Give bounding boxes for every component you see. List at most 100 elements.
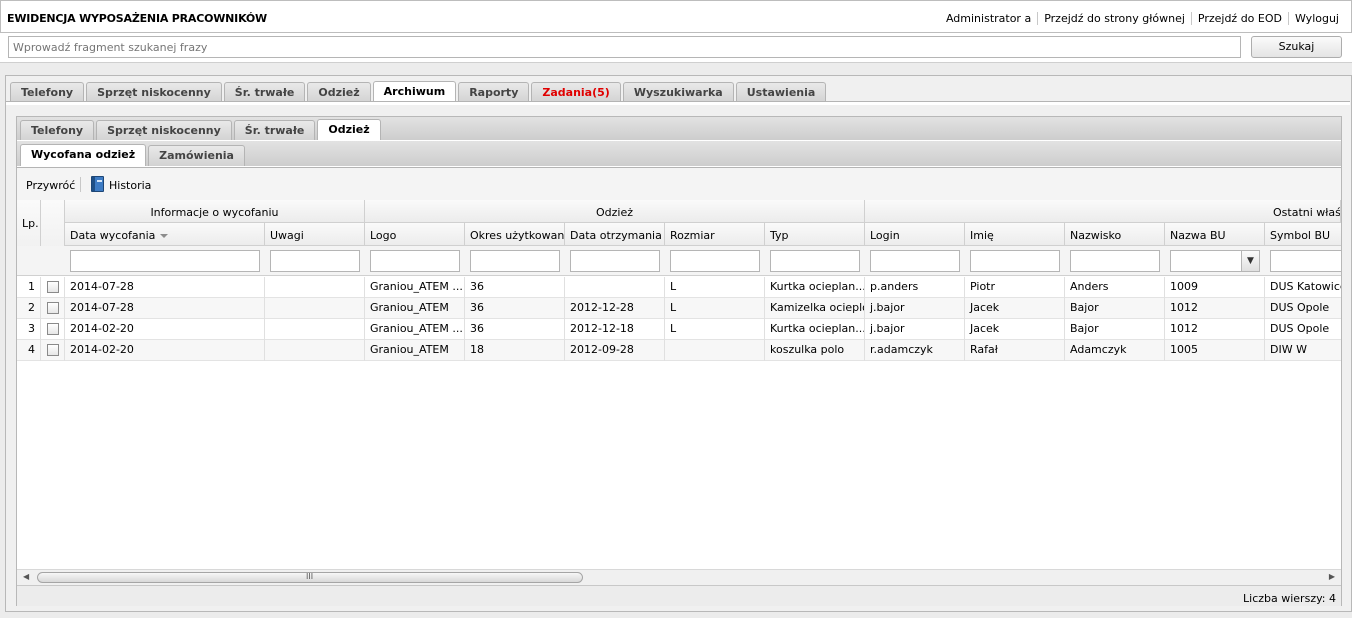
logout-link[interactable]: Wyloguj xyxy=(1288,12,1345,25)
cell-data-wycofania: 2014-07-28 xyxy=(65,277,265,298)
filter-okres[interactable] xyxy=(470,250,560,272)
row-checkbox[interactable] xyxy=(47,281,59,293)
tab-zadania[interactable]: Zadania(5) xyxy=(531,82,621,103)
cell-data-otrzymania: 2012-09-28 xyxy=(565,340,665,361)
col-label: Data wycofania xyxy=(70,229,156,242)
app-title: EWIDENCJA WYPOSAŻENIA PRACOWNIKÓW xyxy=(7,12,267,25)
book-icon[interactable] xyxy=(91,176,104,192)
group-header-last-owner-label: Ostatni właściciel xyxy=(1273,206,1341,219)
tab-odziez[interactable]: Odzież xyxy=(307,82,371,103)
data-grid: Lp. Informacje o wycofaniu Odzież Ostatn… xyxy=(17,200,1341,569)
filter-data-wycofania[interactable] xyxy=(70,250,260,272)
tab-ustawienia[interactable]: Ustawienia xyxy=(735,82,827,103)
col-header-typ[interactable]: Typ xyxy=(765,223,865,246)
group-header-withdrawal: Informacje o wycofaniu xyxy=(65,200,365,223)
cell-login: j.bajor xyxy=(865,298,965,319)
scroll-left-icon[interactable]: ◀ xyxy=(23,572,29,581)
subtab-zamowienia[interactable]: Zamówienia xyxy=(148,145,245,166)
col-header-uwagi[interactable]: Uwagi xyxy=(265,223,365,246)
user-name-link[interactable]: Administrator a xyxy=(940,12,1037,25)
group-header-withdrawal-label: Informacje o wycofaniu xyxy=(150,206,279,219)
col-header-nazwisko[interactable]: Nazwisko xyxy=(1065,223,1165,246)
row-checkbox[interactable] xyxy=(47,302,59,314)
col-label: Symbol BU xyxy=(1270,229,1331,242)
cell-logo: Graniou_ATEM xyxy=(365,298,465,319)
sort-desc-icon xyxy=(160,234,169,238)
filter-nazwa-bu[interactable]: ▼ xyxy=(1170,250,1260,272)
cell-rozmiar: L xyxy=(665,319,765,340)
cell-imie: Piotr xyxy=(965,277,1065,298)
filter-logo[interactable] xyxy=(370,250,460,272)
cell-data-wycofania: 2014-02-20 xyxy=(65,340,265,361)
subtab-odziez[interactable]: Odzież xyxy=(317,119,381,141)
cell-typ: Kamizelka ocieplo... xyxy=(765,298,865,319)
cell-data-otrzymania xyxy=(565,277,665,298)
scroll-right-icon[interactable]: ▶ xyxy=(1329,572,1335,581)
cell-imie: Rafał xyxy=(965,340,1065,361)
cell-rozmiar: L xyxy=(665,298,765,319)
row-number: 2 xyxy=(17,298,41,319)
subtab-srodki-trwale[interactable]: Śr. trwałe xyxy=(233,120,316,141)
tab-srodki-trwale[interactable]: Śr. trwałe xyxy=(223,82,306,103)
grid-status-bar: Liczba wierszy: 4 xyxy=(17,585,1341,606)
tab-telefony[interactable]: Telefony xyxy=(10,82,85,103)
table-row[interactable]: 1 2014-07-28 Graniou_ATEM ... 36 L Kurtk… xyxy=(17,277,1341,298)
row-checkbox[interactable] xyxy=(47,323,59,335)
col-header-data-wycofania[interactable]: Data wycofania xyxy=(65,223,265,246)
search-input[interactable] xyxy=(8,36,1241,58)
filter-data-otrzymania[interactable] xyxy=(570,250,660,272)
subtab-sprzet-niskocenny[interactable]: Sprzęt niskocenny xyxy=(96,120,232,141)
cell-nazwa-bu: 1012 xyxy=(1165,319,1265,340)
col-header-symbol-bu[interactable]: Symbol BU xyxy=(1265,223,1341,246)
col-label: Logo xyxy=(370,229,397,242)
col-header-logo[interactable]: Logo xyxy=(365,223,465,246)
cell-data-otrzymania: 2012-12-18 xyxy=(565,319,665,340)
restore-button[interactable]: Przywróć xyxy=(26,179,75,192)
chevron-down-icon[interactable]: ▼ xyxy=(1241,251,1259,271)
clothing-sub-tabs: Wycofana odzież Zamówienia xyxy=(20,144,247,166)
col-header-data-otrzymania[interactable]: Data otrzymania xyxy=(565,223,665,246)
col-header-nazwa-bu[interactable]: Nazwa BU xyxy=(1165,223,1265,246)
filter-uwagi[interactable] xyxy=(270,250,360,272)
subtab-wycofana-odziez[interactable]: Wycofana odzież xyxy=(20,144,147,166)
cell-data-otrzymania: 2012-12-28 xyxy=(565,298,665,319)
subtab-telefony[interactable]: Telefony xyxy=(20,120,95,141)
cell-symbol-bu: DUS Opole xyxy=(1265,298,1341,319)
filter-rozmiar[interactable] xyxy=(670,250,760,272)
col-header-imie[interactable]: Imię xyxy=(965,223,1065,246)
search-bar: Szukaj xyxy=(0,33,1352,63)
table-row[interactable]: 3 2014-02-20 Graniou_ATEM ... 36 2012-12… xyxy=(17,319,1341,340)
table-row[interactable]: 2 2014-07-28 Graniou_ATEM 36 2012-12-28 … xyxy=(17,298,1341,319)
col-label: Nazwa BU xyxy=(1170,229,1226,242)
filter-nazwisko[interactable] xyxy=(1070,250,1160,272)
filter-symbol-bu[interactable] xyxy=(1270,250,1341,272)
cell-nazwisko: Anders xyxy=(1065,277,1165,298)
cell-logo: Graniou_ATEM ... xyxy=(365,277,465,298)
cell-rozmiar: L xyxy=(665,277,765,298)
cell-typ: Kurtka ocieplan... xyxy=(765,319,865,340)
cell-nazwa-bu: 1005 xyxy=(1165,340,1265,361)
eod-link[interactable]: Przejdź do EOD xyxy=(1190,12,1288,25)
scrollbar-thumb[interactable]: III xyxy=(37,572,583,583)
cell-uwagi xyxy=(265,319,365,340)
filter-login[interactable] xyxy=(870,250,960,272)
cell-login: j.bajor xyxy=(865,319,965,340)
home-link[interactable]: Przejdź do strony głównej xyxy=(1037,12,1191,25)
cell-symbol-bu: DUS Katowice xyxy=(1265,277,1341,298)
col-header-login[interactable]: Login xyxy=(865,223,965,246)
search-button[interactable]: Szukaj xyxy=(1251,36,1342,58)
tab-sprzet-niskocenny[interactable]: Sprzęt niskocenny xyxy=(86,82,222,103)
filter-typ[interactable] xyxy=(770,250,860,272)
horizontal-scrollbar[interactable]: ◀ III ▶ xyxy=(17,569,1341,585)
row-checkbox[interactable] xyxy=(47,344,59,356)
tab-raporty[interactable]: Raporty xyxy=(458,82,530,103)
col-header-rozmiar[interactable]: Rozmiar xyxy=(665,223,765,246)
grip-icon: III xyxy=(306,572,314,581)
filter-imie[interactable] xyxy=(970,250,1060,272)
archive-sub-tabs: Telefony Sprzęt niskocenny Śr. trwałe Od… xyxy=(20,119,383,141)
history-button[interactable]: Historia xyxy=(109,179,151,192)
tab-archiwum[interactable]: Archiwum xyxy=(372,81,457,103)
table-row[interactable]: 4 2014-02-20 Graniou_ATEM 18 2012-09-28 … xyxy=(17,340,1341,361)
tab-wyszukiwarka[interactable]: Wyszukiwarka xyxy=(622,82,734,103)
col-header-okres[interactable]: Okres użytkowania xyxy=(465,223,565,246)
